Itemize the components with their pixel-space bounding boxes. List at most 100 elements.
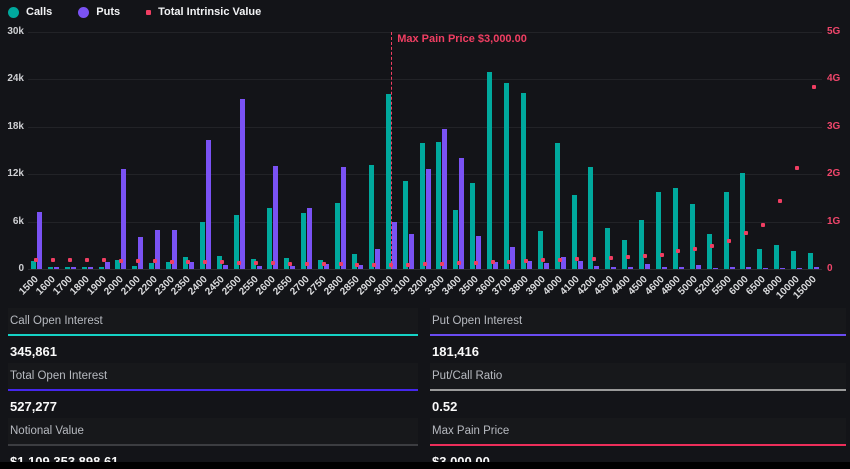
call-bar[interactable] (470, 183, 475, 269)
call-bar[interactable] (48, 267, 53, 269)
intrinsic-value-dot[interactable] (237, 261, 241, 265)
legend-item-total-intrinsic-value[interactable]: Total Intrinsic Value (146, 6, 261, 18)
intrinsic-value-dot[interactable] (423, 262, 427, 266)
call-bar[interactable] (605, 228, 610, 269)
call-bar[interactable] (656, 192, 661, 269)
legend-item-puts[interactable]: Puts (78, 6, 120, 18)
intrinsic-value-dot[interactable] (170, 260, 174, 264)
intrinsic-value-dot[interactable] (305, 262, 309, 266)
put-bar[interactable] (746, 267, 751, 269)
intrinsic-value-dot[interactable] (643, 254, 647, 258)
call-bar[interactable] (403, 181, 408, 269)
call-bar[interactable] (588, 167, 593, 269)
intrinsic-value-dot[interactable] (186, 260, 190, 264)
put-bar[interactable] (105, 262, 110, 269)
put-bar[interactable] (611, 267, 616, 269)
put-bar[interactable] (88, 267, 93, 269)
options-oi-chart[interactable]: Max Pain Price $3,000.00 (28, 32, 822, 270)
intrinsic-value-dot[interactable] (795, 166, 799, 170)
call-bar[interactable] (82, 267, 87, 269)
intrinsic-value-dot[interactable] (491, 260, 495, 264)
put-bar[interactable] (290, 266, 295, 269)
intrinsic-value-dot[interactable] (322, 262, 326, 266)
put-bar[interactable] (662, 267, 667, 269)
intrinsic-value-dot[interactable] (406, 263, 410, 267)
call-bar[interactable] (31, 261, 36, 269)
intrinsic-value-dot[interactable] (727, 239, 731, 243)
put-bar[interactable] (273, 166, 278, 269)
intrinsic-value-dot[interactable] (761, 223, 765, 227)
intrinsic-value-dot[interactable] (626, 255, 630, 259)
intrinsic-value-dot[interactable] (474, 261, 478, 265)
intrinsic-value-dot[interactable] (812, 85, 816, 89)
call-bar[interactable] (420, 143, 425, 269)
intrinsic-value-dot[interactable] (575, 257, 579, 261)
put-bar[interactable] (307, 208, 312, 269)
intrinsic-value-dot[interactable] (153, 259, 157, 263)
intrinsic-value-dot[interactable] (34, 258, 38, 262)
intrinsic-value-dot[interactable] (136, 259, 140, 263)
intrinsic-value-dot[interactable] (592, 257, 596, 261)
put-bar[interactable] (138, 237, 143, 269)
call-bar[interactable] (791, 251, 796, 269)
call-bar[interactable] (673, 188, 678, 269)
put-bar[interactable] (544, 263, 549, 269)
intrinsic-value-dot[interactable] (85, 258, 89, 262)
call-bar[interactable] (99, 267, 104, 269)
call-bar[interactable] (707, 234, 712, 269)
call-bar[interactable] (774, 245, 779, 269)
intrinsic-value-dot[interactable] (676, 249, 680, 253)
intrinsic-value-dot[interactable] (710, 244, 714, 248)
put-bar[interactable] (257, 266, 262, 269)
put-bar[interactable] (763, 268, 768, 269)
intrinsic-value-dot[interactable] (339, 262, 343, 266)
legend-item-calls[interactable]: Calls (8, 6, 52, 18)
call-bar[interactable] (132, 266, 137, 269)
put-bar[interactable] (54, 267, 59, 269)
put-bar[interactable] (696, 265, 701, 269)
call-bar[interactable] (301, 213, 306, 269)
call-bar[interactable] (335, 203, 340, 269)
put-bar[interactable] (121, 169, 126, 269)
put-bar[interactable] (155, 230, 160, 269)
put-bar[interactable] (730, 267, 735, 269)
put-bar[interactable] (679, 267, 684, 269)
put-bar[interactable] (240, 99, 245, 269)
put-bar[interactable] (392, 222, 397, 269)
intrinsic-value-dot[interactable] (355, 263, 359, 267)
call-bar[interactable] (639, 220, 644, 269)
put-bar[interactable] (594, 266, 599, 269)
put-bar[interactable] (797, 268, 802, 269)
intrinsic-value-dot[interactable] (609, 256, 613, 260)
intrinsic-value-dot[interactable] (507, 260, 511, 264)
put-bar[interactable] (780, 268, 785, 269)
intrinsic-value-dot[interactable] (660, 253, 664, 257)
intrinsic-value-dot[interactable] (524, 259, 528, 263)
call-bar[interactable] (690, 204, 695, 269)
intrinsic-value-dot[interactable] (119, 259, 123, 263)
intrinsic-value-dot[interactable] (693, 247, 697, 251)
call-bar[interactable] (65, 267, 70, 269)
call-bar[interactable] (504, 83, 509, 269)
call-bar[interactable] (149, 263, 154, 269)
intrinsic-value-dot[interactable] (372, 263, 376, 267)
call-bar[interactable] (538, 231, 543, 269)
intrinsic-value-dot[interactable] (220, 260, 224, 264)
intrinsic-value-dot[interactable] (457, 261, 461, 265)
intrinsic-value-dot[interactable] (744, 231, 748, 235)
intrinsic-value-dot[interactable] (51, 258, 55, 262)
intrinsic-value-dot[interactable] (271, 261, 275, 265)
call-bar[interactable] (369, 165, 374, 269)
call-bar[interactable] (724, 192, 729, 269)
intrinsic-value-dot[interactable] (102, 258, 106, 262)
call-bar[interactable] (757, 249, 762, 269)
call-bar[interactable] (555, 143, 560, 269)
put-bar[interactable] (426, 169, 431, 269)
put-bar[interactable] (814, 267, 819, 269)
intrinsic-value-dot[interactable] (254, 261, 258, 265)
intrinsic-value-dot[interactable] (68, 258, 72, 262)
put-bar[interactable] (341, 167, 346, 269)
call-bar[interactable] (436, 142, 441, 269)
call-bar[interactable] (521, 93, 526, 269)
call-bar[interactable] (267, 208, 272, 269)
